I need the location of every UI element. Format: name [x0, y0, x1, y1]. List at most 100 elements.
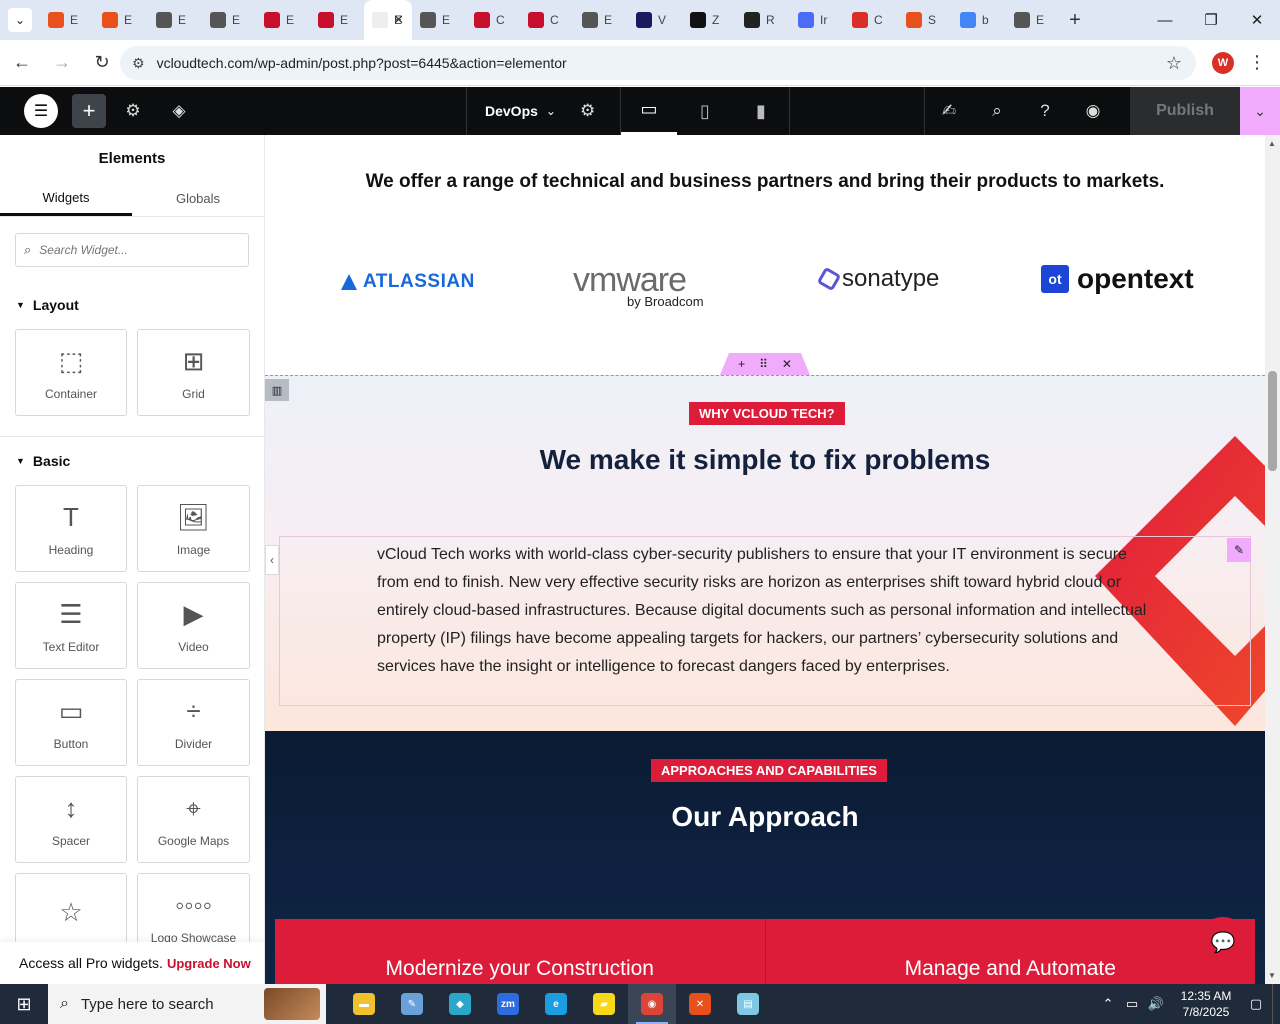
scroll-up-arrow-icon[interactable]: ▲ — [1268, 139, 1276, 148]
widget-heading[interactable]: T Heading — [15, 485, 127, 572]
tab-globals[interactable]: Globals — [132, 181, 264, 216]
upgrade-now-link[interactable]: Upgrade Now — [167, 956, 251, 971]
browser-tab[interactable]: R — [736, 0, 790, 40]
browser-tab[interactable]: E — [40, 0, 94, 40]
reload-button[interactable]: ↻ — [84, 45, 120, 81]
browser-tab[interactable]: E — [412, 0, 466, 40]
browser-tab[interactable]: C — [844, 0, 898, 40]
drag-handle-icon[interactable]: ⠿ — [759, 357, 768, 371]
chat-bubble-icon[interactable]: 💬 — [1198, 917, 1248, 967]
taskbar-app[interactable]: zm — [484, 984, 532, 1024]
browser-tab[interactable]: E — [310, 0, 364, 40]
new-tab-button[interactable]: + — [1060, 9, 1090, 32]
desktop-device-icon[interactable]: ▭ — [621, 87, 677, 135]
taskbar-clock[interactable]: 12:35 AM 7/8/2025 — [1168, 988, 1244, 1020]
tab-search-button[interactable]: ⌄ — [0, 0, 40, 40]
scroll-down-arrow-icon[interactable]: ▼ — [1268, 971, 1276, 980]
taskbar-search[interactable]: ⌕ Type here to search — [48, 984, 326, 1024]
browser-tab[interactable]: E — [148, 0, 202, 40]
restore-icon[interactable]: ❐ — [1188, 0, 1234, 40]
widget-search-input[interactable] — [39, 243, 230, 257]
approach-card[interactable]: Manage and Automate — [764, 919, 1255, 984]
publish-options-chevron-icon[interactable]: ⌄ — [1240, 87, 1280, 135]
taskbar-app[interactable]: ✎ — [388, 984, 436, 1024]
add-element-button[interactable]: + — [72, 94, 106, 128]
bookmark-star-icon[interactable]: ☆ — [1166, 53, 1182, 74]
taskbar-search-placeholder[interactable]: Type here to search — [81, 996, 214, 1013]
elementor-logo-icon[interactable]: ☰ — [24, 94, 58, 128]
publish-button[interactable]: Publish — [1130, 87, 1240, 135]
column-handle-icon[interactable]: ▥ — [265, 379, 289, 401]
taskbar-app[interactable]: ▬ — [340, 984, 388, 1024]
browser-tab[interactable]: E — [1006, 0, 1060, 40]
layout-category-toggle[interactable]: ▼ Layout — [0, 297, 264, 313]
browser-tab[interactable]: b — [952, 0, 1006, 40]
taskbar-app[interactable]: ▰ — [580, 984, 628, 1024]
mobile-device-icon[interactable]: ▮ — [733, 87, 789, 135]
search-highlight-image[interactable] — [264, 988, 320, 1020]
browser-tab[interactable]: C — [520, 0, 574, 40]
help-icon[interactable]: ? — [1021, 87, 1069, 135]
approach-title[interactable]: Our Approach — [265, 801, 1265, 833]
browser-tab[interactable]: S — [898, 0, 952, 40]
minimize-icon[interactable]: — — [1142, 0, 1188, 40]
document-name[interactable]: DevOps — [485, 103, 538, 119]
tablet-device-icon[interactable]: ▯ — [677, 87, 733, 135]
edit-widget-pencil-icon[interactable]: ✎ — [1227, 538, 1251, 562]
approach-card[interactable]: Modernize your Construction — [275, 919, 765, 984]
widget-search[interactable]: ⌕ — [15, 233, 249, 267]
browser-tab[interactable]: E — [94, 0, 148, 40]
widget-text-editor[interactable]: ☰ Text Editor — [15, 582, 127, 669]
widget-container[interactable]: ⬚ Container — [15, 329, 127, 416]
approach-section[interactable]: APPROACHES AND CAPABILITIES Our Approach… — [265, 731, 1265, 984]
basic-category-toggle[interactable]: ▼ Basic — [0, 453, 264, 469]
delete-section-icon[interactable]: ✕ — [782, 357, 792, 371]
section-handle[interactable]: + ⠿ ✕ — [720, 353, 810, 375]
tab-widgets[interactable]: Widgets — [0, 181, 132, 216]
browser-tab[interactable]: E — [202, 0, 256, 40]
close-window-icon[interactable]: ✕ — [1234, 0, 1280, 40]
show-desktop-button[interactable] — [1272, 984, 1280, 1024]
browser-tab[interactable]: C — [466, 0, 520, 40]
widget-image[interactable]: 🖼 Image — [137, 485, 250, 572]
why-section[interactable]: ▥ WHY VCLOUD TECH? We make it simple to … — [265, 375, 1265, 731]
back-button[interactable]: ← — [4, 45, 40, 81]
scrollbar-thumb[interactable] — [1268, 371, 1277, 471]
collapse-panel-arrow-icon[interactable]: ‹ — [265, 545, 279, 575]
address-bar[interactable]: ⚙ vcloudtech.com/wp-admin/post.php?post=… — [120, 46, 1196, 80]
taskbar-app[interactable]: ▤ — [724, 984, 772, 1024]
structure-layers-icon[interactable]: ◈ — [156, 87, 202, 135]
why-paragraph[interactable]: vCloud Tech works with world-class cyber… — [377, 541, 1157, 681]
chevron-down-icon[interactable]: ⌄ — [546, 104, 556, 118]
browser-tab[interactable]: Z — [682, 0, 736, 40]
why-badge[interactable]: WHY VCLOUD TECH? — [689, 402, 845, 425]
browser-tab[interactable]: E — [256, 0, 310, 40]
widget-video[interactable]: ▶ Video — [137, 582, 250, 669]
show-hidden-icons-icon[interactable]: ⌃ — [1096, 996, 1120, 1012]
url-text[interactable]: vcloudtech.com/wp-admin/post.php?post=64… — [157, 55, 567, 71]
page-settings-icon[interactable]: ⚙ — [580, 101, 595, 121]
canvas-scrollbar[interactable]: ▲ ▼ — [1265, 135, 1280, 984]
taskbar-app[interactable]: e — [532, 984, 580, 1024]
browser-tab[interactable]: Ir — [790, 0, 844, 40]
volume-icon[interactable]: 🔊 — [1144, 996, 1168, 1012]
search-icon[interactable]: ⌕ — [973, 87, 1021, 135]
network-icon[interactable]: ▭ — [1120, 996, 1144, 1012]
widget-google-maps[interactable]: ⌖ Google Maps — [137, 776, 250, 863]
taskbar-app[interactable]: ◉ — [628, 984, 676, 1024]
browser-menu-icon[interactable]: ⋮ — [1248, 52, 1266, 73]
notes-icon[interactable]: ✍ — [925, 87, 973, 135]
preview-eye-icon[interactable]: ◉ — [1069, 87, 1117, 135]
browser-tab[interactable]: E — [574, 0, 628, 40]
partners-text[interactable]: We offer a range of technical and busine… — [265, 171, 1265, 193]
close-tab-icon[interactable]: ✕ — [393, 12, 404, 28]
approach-badge[interactable]: APPROACHES AND CAPABILITIES — [651, 759, 887, 782]
widget-spacer[interactable]: ↕ Spacer — [15, 776, 127, 863]
widget-grid[interactable]: ⊞ Grid — [137, 329, 250, 416]
forward-button[interactable]: → — [44, 45, 80, 81]
windows-start-icon[interactable]: ⊞ — [0, 984, 48, 1024]
widget-button[interactable]: ▭ Button — [15, 679, 127, 766]
add-section-icon[interactable]: + — [738, 357, 745, 371]
browser-tab[interactable]: E ✕ — [364, 0, 412, 40]
taskbar-app[interactable]: ✕ — [676, 984, 724, 1024]
